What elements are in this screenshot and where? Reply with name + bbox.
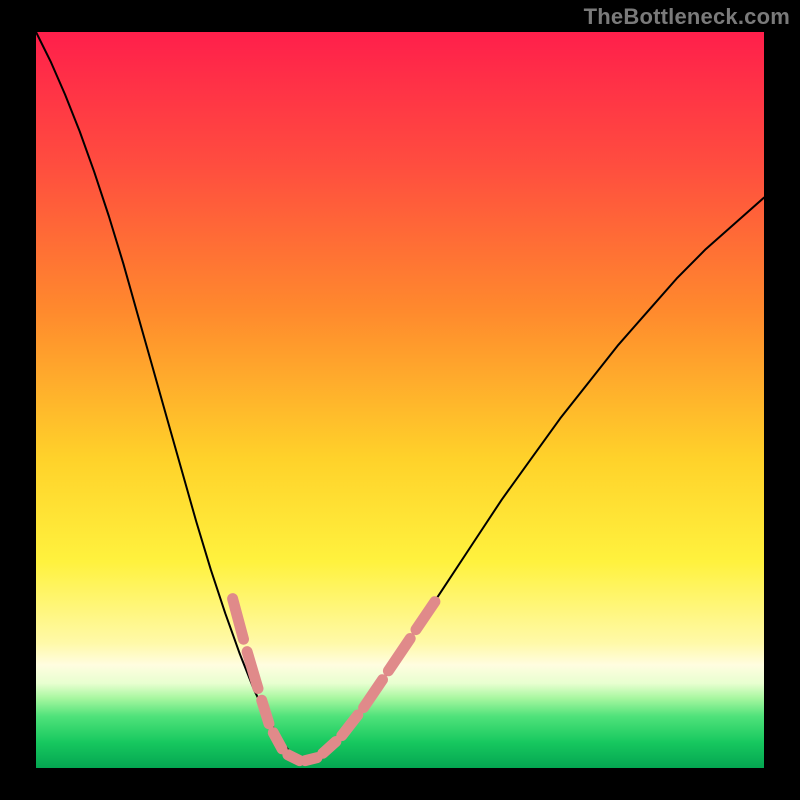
highlight-dash <box>288 755 300 761</box>
watermark-label: TheBottleneck.com <box>584 4 790 30</box>
highlight-dash <box>262 700 269 724</box>
bottleneck-curve-chart <box>0 0 800 800</box>
highlight-dash <box>305 758 317 761</box>
chart-stage: TheBottleneck.com <box>0 0 800 800</box>
highlight-dash <box>273 733 282 749</box>
